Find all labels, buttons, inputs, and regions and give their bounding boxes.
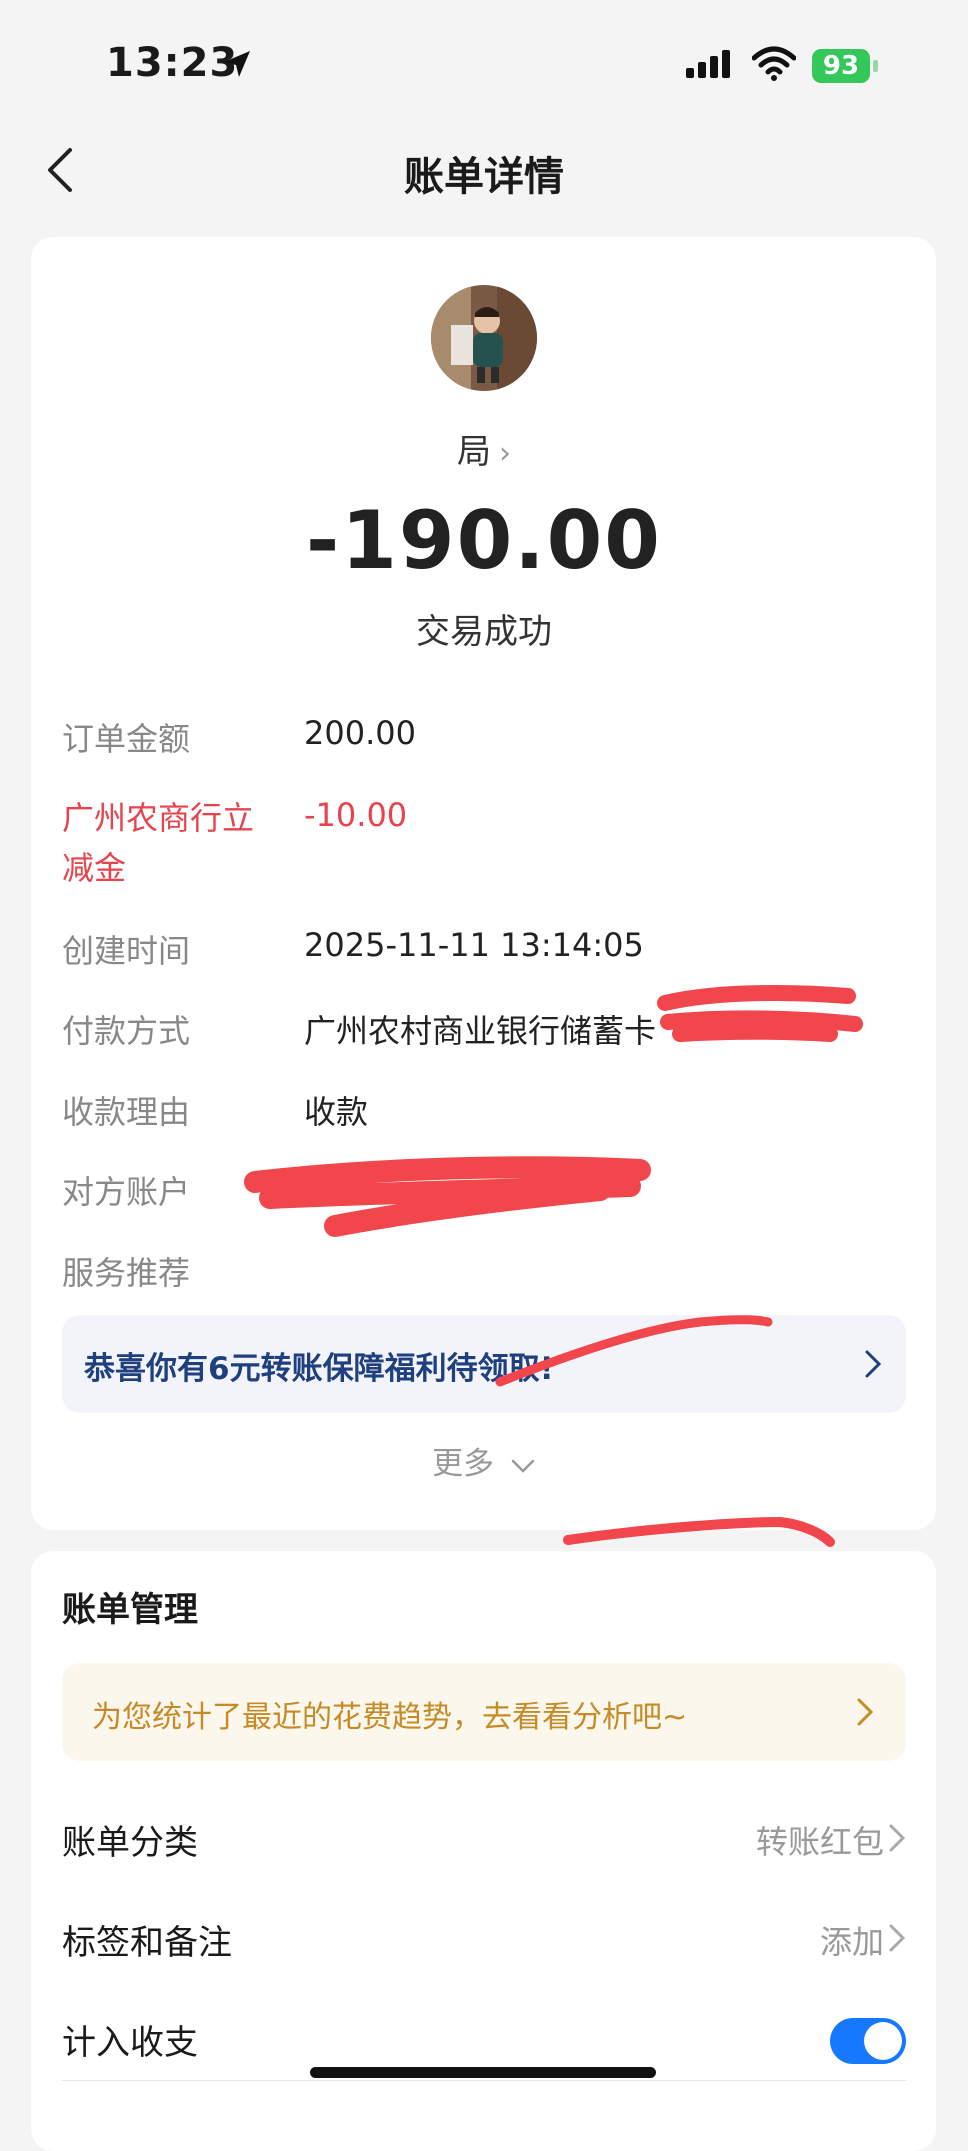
discount-label: 广州农商行立减金 [62, 799, 255, 887]
include-in-stats-toggle[interactable] [830, 2018, 906, 2064]
promo-text: 恭喜你有6元转账保障福利待领取! [84, 1351, 554, 1387]
service-label: 服务推荐 [62, 1254, 191, 1292]
transaction-status: 交易成功 [416, 612, 552, 652]
toggle-knob [864, 2022, 902, 2060]
battery-cap [873, 60, 878, 72]
spending-trend-banner[interactable]: 为您统计了最近的花费趋势，去看看分析吧~ [62, 1663, 906, 1761]
payment-method-value: 广州农村商业银行储蓄卡 [304, 1012, 657, 1050]
status-time: 13:23 [106, 40, 239, 86]
payee-name: 局 [457, 432, 491, 472]
tags-notes-value[interactable]: 添加 [820, 1917, 884, 1963]
payment-method-label: 付款方式 [62, 1012, 191, 1050]
chevron-right-icon: › [499, 436, 511, 471]
payee-name-link[interactable]: 局 › [0, 424, 968, 473]
payee-avatar[interactable] [431, 285, 537, 391]
more-toggle[interactable]: 更多 [0, 1438, 968, 1483]
reason-value: 收款 [304, 1093, 369, 1131]
home-indicator[interactable] [310, 2067, 656, 2078]
trend-text: 为您统计了最近的花费趋势，去看看分析吧~ [92, 1700, 688, 1735]
order-amount-label: 订单金额 [62, 720, 191, 758]
order-amount-value: 200.00 [304, 714, 416, 752]
discount-value: -10.00 [304, 796, 408, 834]
wifi-icon [752, 46, 796, 81]
chevron-right-icon[interactable] [888, 1923, 906, 1953]
more-label: 更多 [432, 1446, 495, 1482]
bill-management-title: 账单管理 [62, 1590, 198, 1630]
location-arrow-icon [224, 51, 250, 77]
page-title: 账单详情 [404, 154, 564, 200]
battery-indicator: 93 [812, 49, 878, 83]
bill-category-label: 账单分类 [62, 1823, 198, 1863]
transaction-amount: -190.00 [306, 494, 662, 587]
reason-label: 收款理由 [62, 1093, 191, 1131]
chevron-right-icon [857, 1698, 874, 1726]
chevron-right-icon[interactable] [888, 1823, 906, 1853]
transfer-protection-banner[interactable]: 恭喜你有6元转账保障福利待领取! [62, 1315, 906, 1413]
tags-notes-label: 标签和备注 [62, 1923, 232, 1963]
avatar-image [431, 285, 537, 391]
created-time-label: 创建时间 [62, 932, 191, 970]
cellular-signal-icon [686, 50, 730, 78]
chevron-right-icon [865, 1350, 882, 1378]
battery-level: 93 [812, 49, 870, 83]
bill-category-value[interactable]: 转账红包 [756, 1817, 884, 1863]
chevron-down-icon [511, 1459, 535, 1473]
include-in-stats-label: 计入收支 [62, 2023, 198, 2063]
divider [62, 2080, 906, 2081]
created-time-value: 2025-11-11 13:14:05 [304, 926, 644, 964]
counterparty-label: 对方账户 [62, 1173, 191, 1211]
